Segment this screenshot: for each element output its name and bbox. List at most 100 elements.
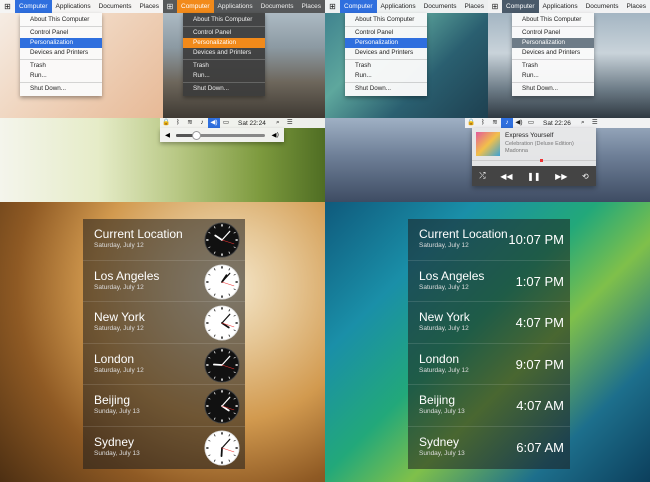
menu-documents[interactable]: Documents [420,0,461,13]
windows-logo-icon[interactable]: ⊞ [163,2,177,11]
windows-logo-icon[interactable]: ⊞ [0,2,15,11]
next-icon[interactable]: ▶▶ [555,172,567,181]
volume-knob[interactable] [192,130,202,140]
music-note-icon[interactable]: ♪ [501,118,513,128]
screenshot-volume: 🔒 ᛒ ≋ ♪ ◀) ▭ Sat 22:24 ⌕ ☰ ◀ ◀) [0,118,325,202]
previous-icon[interactable]: ◀◀ [500,172,512,181]
menu-item-shut-down[interactable]: Shut Down... [345,84,427,94]
menu-item-personalization[interactable]: Personalization [512,38,594,48]
volume-slider[interactable] [176,130,266,140]
menu-computer[interactable]: Computer [177,0,214,13]
menu-separator [20,26,102,27]
music-note-icon[interactable]: ♪ [196,118,208,128]
screenshot-light-menu-gray: ⊞ Computer Applications Documents Places… [488,0,650,118]
volume-popup: ◀ ◀) [160,128,284,142]
menu-item-run[interactable]: Run... [183,71,265,81]
menu-item-trash[interactable]: Trash [512,61,594,71]
menu-computer[interactable]: Computer [340,0,377,13]
clock-row[interactable]: Current Location Saturday, July 12 10:07… [408,219,570,261]
windows-logo-icon[interactable]: ⊞ [488,2,502,11]
city-date: Sunday, July 13 [94,408,140,415]
city-name: New York [419,310,470,324]
bluetooth-icon[interactable]: ᛒ [172,118,184,128]
shuffle-icon[interactable]: ⤮ [479,171,485,181]
menu-documents[interactable]: Documents [257,0,298,13]
wifi-icon[interactable]: ≋ [489,118,501,128]
menu-item-devices[interactable]: Devices and Printers [20,48,102,58]
menu-places[interactable]: Places [460,0,488,13]
digital-time: 9:07 PM [515,356,564,372]
menu-item-run[interactable]: Run... [20,71,102,81]
menu-applications[interactable]: Applications [214,0,257,13]
menu-list-icon[interactable]: ☰ [589,118,601,128]
clock-row[interactable]: Los Angeles Saturday, July 12 [83,261,245,302]
battery-icon[interactable]: ▭ [220,118,232,128]
menu-item-devices[interactable]: Devices and Printers [183,48,265,58]
menu-item-about[interactable]: About This Computer [183,15,265,25]
clock-row[interactable]: New York Saturday, July 12 [83,302,245,344]
lock-icon[interactable]: 🔒 [160,118,172,128]
clock-row[interactable]: New York Saturday, July 12 4:07 PM [408,302,570,344]
clock-row[interactable]: Los Angeles Saturday, July 12 1:07 PM [408,261,570,302]
clock-row[interactable]: London Saturday, July 12 9:07 PM [408,344,570,385]
lock-icon[interactable]: 🔒 [465,118,477,128]
menu-applications[interactable]: Applications [52,0,95,13]
menu-item-trash[interactable]: Trash [183,61,265,71]
menu-computer[interactable]: Computer [15,0,52,13]
clock-time[interactable]: Sat 22:26 [537,120,577,127]
menu-item-run[interactable]: Run... [512,71,594,81]
menu-item-personalization[interactable]: Personalization [20,38,102,48]
clock-row[interactable]: Beijing Sunday, July 13 [83,385,245,427]
menu-documents[interactable]: Documents [582,0,623,13]
menu-item-about[interactable]: About This Computer [345,15,427,25]
clock-time[interactable]: Sat 22:24 [232,120,272,127]
menu-item-personalization[interactable]: Personalization [183,38,265,48]
menu-applications[interactable]: Applications [377,0,420,13]
search-icon[interactable]: ⌕ [272,118,284,128]
menu-item-control-panel[interactable]: Control Panel [512,28,594,38]
menu-item-devices[interactable]: Devices and Printers [345,48,427,58]
computer-dropdown: About This Computer Control Panel Person… [183,13,265,96]
status-bar: 🔒 ᛒ ≋ ♪ ◀) ▭ Sat 22:26 ⌕ ☰ [465,118,650,128]
menu-places[interactable]: Places [622,0,650,13]
menu-separator [512,82,594,83]
clock-row[interactable]: Sydney Sunday, July 13 6:07 AM [408,427,570,469]
menu-item-trash[interactable]: Trash [345,61,427,71]
clock-row[interactable]: London Saturday, July 12 [83,344,245,385]
pause-icon[interactable]: ❚❚ [527,172,540,181]
battery-icon[interactable]: ▭ [525,118,537,128]
clock-row[interactable]: Current Location Saturday, July 12 [83,219,245,261]
menu-item-shut-down[interactable]: Shut Down... [512,84,594,94]
menu-separator [183,26,265,27]
menu-documents[interactable]: Documents [95,0,136,13]
volume-icon[interactable]: ◀) [513,118,525,128]
clock-row[interactable]: Beijing Sunday, July 13 4:07 AM [408,385,570,427]
city-name: Beijing [419,393,456,407]
menu-item-devices[interactable]: Devices and Printers [512,48,594,58]
clock-row[interactable]: Sydney Sunday, July 13 [83,427,245,469]
volume-icon[interactable]: ◀) [208,118,220,128]
menu-item-control-panel[interactable]: Control Panel [345,28,427,38]
menu-item-control-panel[interactable]: Control Panel [20,28,102,38]
repeat-icon[interactable]: ⟲ [582,172,589,181]
menu-list-icon[interactable]: ☰ [284,118,296,128]
menu-item-personalization[interactable]: Personalization [345,38,427,48]
menu-item-about[interactable]: About This Computer [20,15,102,25]
bluetooth-icon[interactable]: ᛒ [477,118,489,128]
menu-computer[interactable]: Computer [502,0,539,13]
search-icon[interactable]: ⌕ [577,118,589,128]
menu-item-shut-down[interactable]: Shut Down... [20,84,102,94]
menu-item-shut-down[interactable]: Shut Down... [183,84,265,94]
menu-places[interactable]: Places [297,0,325,13]
menu-item-control-panel[interactable]: Control Panel [183,28,265,38]
menu-item-trash[interactable]: Trash [20,61,102,71]
windows-logo-icon[interactable]: ⊞ [325,2,340,11]
menu-places[interactable]: Places [135,0,163,13]
track-progress[interactable] [472,159,596,162]
menu-item-run[interactable]: Run... [345,71,427,81]
speaker-low-icon: ◀ [165,131,170,139]
city-name: Sydney [419,434,460,449]
menu-applications[interactable]: Applications [539,0,582,13]
wifi-icon[interactable]: ≋ [184,118,196,128]
menu-item-about[interactable]: About This Computer [512,15,594,25]
